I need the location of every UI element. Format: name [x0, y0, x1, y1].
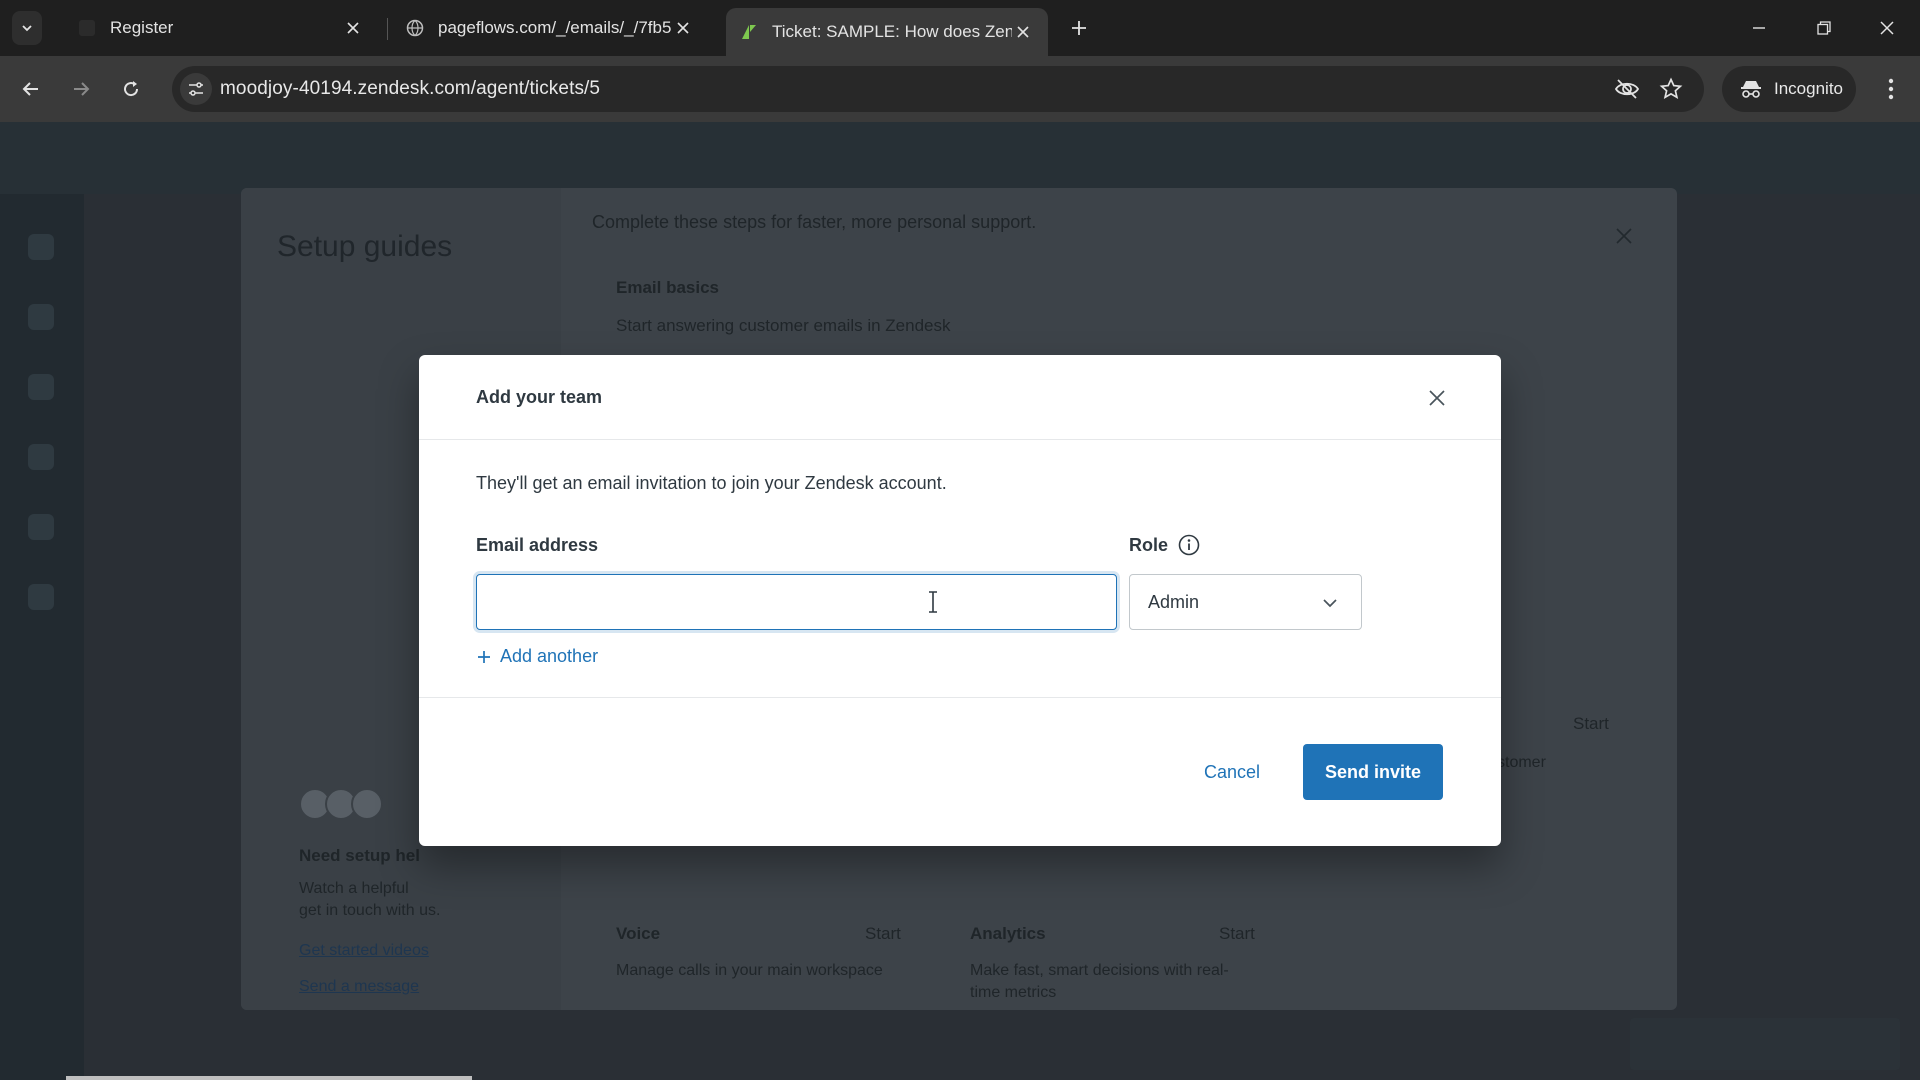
right-card-text: stomer: [1497, 754, 1546, 771]
avatar: [351, 788, 383, 820]
reload-icon: [124, 81, 139, 97]
bookmark-button[interactable]: [1656, 74, 1686, 104]
info-icon[interactable]: [1178, 534, 1200, 556]
minimize-icon: [1753, 27, 1765, 29]
add-another-label: Add another: [500, 646, 599, 666]
chevron-down-icon: [22, 25, 32, 32]
send-invite-button[interactable]: Send invite: [1303, 744, 1443, 800]
tab-pageflows[interactable]: pageflows.com/_/emails/_/7fb5: [392, 8, 708, 48]
site-info-button[interactable]: [180, 73, 212, 105]
setup-guides-title: Setup guides: [277, 230, 453, 263]
voice-title: Voice: [616, 924, 661, 943]
minimize-button[interactable]: [1745, 14, 1773, 42]
modal-close-button[interactable]: [1420, 381, 1454, 415]
arrow-right-icon: [74, 82, 90, 96]
get-started-videos-link: Get started videos: [299, 942, 429, 959]
browser-menu-button[interactable]: [1874, 72, 1908, 106]
analytics-description-line2: time metrics: [970, 984, 1057, 1001]
globe-icon: [406, 19, 424, 37]
reload-button[interactable]: [114, 72, 148, 106]
plus-icon: [476, 649, 492, 665]
text-cursor-icon: [929, 591, 937, 613]
tab-search-button[interactable]: [12, 11, 42, 45]
tab-title: pageflows.com/_/emails/_/7fb5: [438, 18, 672, 37]
setup-subtitle: Complete these steps for faster, more pe…: [592, 212, 1037, 232]
zendesk-top-nav: [0, 122, 1920, 194]
modal-footer-divider: [419, 697, 1501, 698]
nav-icon: [28, 584, 54, 610]
help-title: Need setup hel: [299, 846, 420, 865]
incognito-label: Incognito: [1774, 79, 1843, 98]
setup-close-icon: [1611, 223, 1637, 249]
analytics-start: Start: [1219, 924, 1255, 943]
cancel-button[interactable]: Cancel: [1181, 744, 1283, 800]
forward-button[interactable]: [64, 72, 98, 106]
modal-title: Add your team: [476, 387, 603, 407]
bottom-status-bar: [1630, 1018, 1900, 1070]
close-icon: [1429, 390, 1445, 406]
back-button[interactable]: [14, 72, 48, 106]
nav-icon: [28, 444, 54, 470]
tab-separator: [387, 18, 388, 40]
chevron-down-icon: [1320, 593, 1340, 613]
section-title: Email basics: [616, 278, 720, 297]
modal-description: They'll get an email invitation to join …: [476, 473, 947, 493]
restore-icon: [1817, 21, 1831, 35]
address-bar[interactable]: moodjoy-40194.zendesk.com/agent/tickets/…: [172, 66, 1704, 112]
nav-icon: [28, 514, 54, 540]
url-text: moodjoy-40194.zendesk.com/agent/tickets/…: [220, 78, 601, 99]
arrow-left-icon: [22, 82, 38, 96]
tracking-protection-button[interactable]: [1612, 74, 1642, 104]
support-avatars: [299, 788, 383, 820]
close-window-button[interactable]: [1873, 14, 1901, 42]
new-tab-button[interactable]: [1065, 14, 1093, 42]
register-favicon-icon: [78, 19, 96, 37]
email-address-label: Email address: [476, 535, 599, 555]
zendesk-favicon-icon: [740, 23, 758, 41]
eye-off-icon: [1614, 79, 1640, 99]
add-another-button[interactable]: Add another: [476, 646, 598, 667]
analytics-title: Analytics: [970, 924, 1046, 943]
browser-tab-bar: Register pageflows.com/_/emails/_/7fb5 T…: [0, 0, 1920, 56]
tab-title: Register: [110, 18, 174, 37]
voice-start: Start: [865, 924, 901, 943]
send-message-link: Send a message: [299, 978, 420, 995]
zendesk-left-nav: [0, 194, 84, 1080]
plus-icon: [1072, 21, 1086, 35]
voice-description: Manage calls in your main workspace: [616, 962, 883, 979]
add-team-modal: Add your team They'll get an email invit…: [419, 355, 1501, 846]
role-label: Role: [1129, 535, 1169, 555]
nav-icon: [28, 374, 54, 400]
close-icon: [1880, 21, 1894, 35]
right-card-start: Start: [1573, 714, 1609, 733]
analytics-description-line1: Make fast, smart decisions with real-: [970, 962, 1229, 979]
tune-icon: [189, 82, 203, 96]
incognito-indicator[interactable]: Incognito: [1722, 66, 1856, 112]
role-selected-value: Admin: [1148, 592, 1200, 612]
role-select[interactable]: Admin: [1129, 574, 1362, 630]
tab-close-icon[interactable]: [672, 17, 694, 39]
nav-icon: [28, 304, 54, 330]
more-vertical-icon: [1888, 78, 1894, 100]
tab-close-icon[interactable]: [1012, 21, 1034, 43]
email-address-input[interactable]: [476, 574, 1117, 630]
nav-icon: [28, 234, 54, 260]
section-description: Start answering customer emails in Zende…: [616, 316, 951, 335]
tab-zendesk-ticket[interactable]: Ticket: SAMPLE: How does Zen: [726, 8, 1048, 56]
star-icon: [1659, 77, 1683, 100]
help-description-line1: Watch a helpful: [299, 880, 409, 897]
restore-button[interactable]: [1810, 14, 1838, 42]
incognito-icon: [1741, 81, 1761, 98]
help-description-line2: get in touch with us.: [299, 902, 441, 919]
browser-toolbar: moodjoy-40194.zendesk.com/agent/tickets/…: [0, 56, 1920, 122]
tab-close-icon[interactable]: [342, 17, 364, 39]
tab-register[interactable]: Register: [64, 8, 378, 48]
modal-header: Add your team: [419, 355, 1501, 440]
tab-title: Ticket: SAMPLE: How does Zen: [772, 22, 1012, 41]
scroll-indicator: [66, 1076, 472, 1080]
